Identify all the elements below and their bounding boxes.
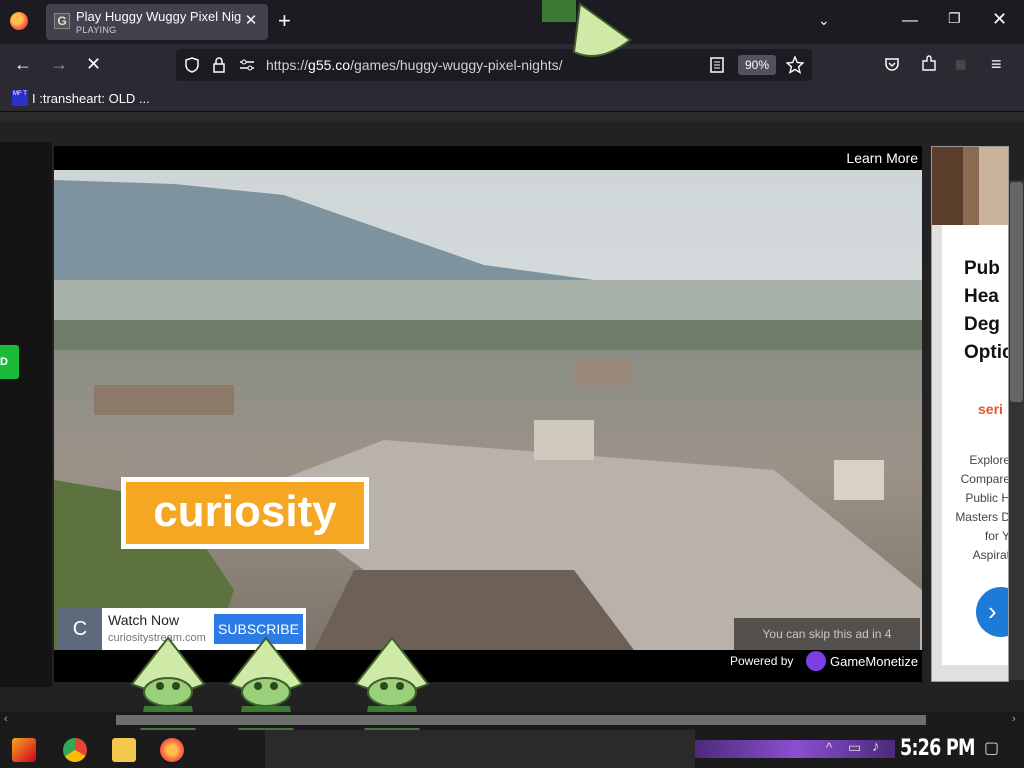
navigation-toolbar: ← → ✕ https://g55.co/games/huggy-wuggy-p… — [0, 44, 1024, 86]
banner-body: Explore Compare Public H Masters D for Y… — [955, 453, 1009, 562]
powered-by-label: Powered by — [730, 654, 794, 668]
vertical-scrollbar-thumb[interactable] — [1010, 182, 1023, 402]
extensions-puzzle-icon[interactable] — [920, 55, 938, 73]
banner-heading: Pub Hea Deg Optic — [964, 258, 1009, 363]
close-window-button[interactable]: ✕ — [992, 9, 1007, 30]
pocket-icon[interactable] — [884, 56, 900, 72]
skip-ad-countdown: You can skip this ad in 4 — [734, 618, 920, 650]
green-action-button[interactable]: D — [0, 345, 19, 379]
url-bar[interactable]: https://g55.co/games/huggy-wuggy-pixel-n… — [176, 49, 812, 81]
bookmark-favicon-icon: MF T — [12, 90, 28, 106]
stop-loading-button[interactable]: ✕ — [86, 54, 101, 74]
tab-huggy-wuggy[interactable]: G Play Huggy Wuggy Pixel Night PLAYING ✕ — [46, 4, 268, 40]
bookmark-star-icon[interactable] — [786, 56, 804, 74]
page-content: D Learn More curiosity C Watch Now curio… — [0, 112, 1024, 712]
ad-video-scene[interactable]: curiosity C Watch Now curiositystream.co… — [54, 170, 922, 650]
taskbar: ^ ▭ ♪ 5:26 PM ▢ — [0, 730, 1024, 768]
lock-icon[interactable] — [212, 56, 226, 74]
url-scheme: https:// — [266, 57, 309, 73]
learn-more-link[interactable]: Learn More — [846, 150, 918, 166]
firefox-taskbar-icon[interactable] — [160, 738, 184, 762]
tab-playing-status: PLAYING — [76, 25, 117, 35]
taskbar-decoration — [695, 740, 895, 758]
bookmarks-toolbar: MF T I :transheart: OLD ... — [0, 86, 1024, 112]
zoom-level-button[interactable]: 90% — [738, 55, 776, 75]
url-path: /games/huggy-wuggy-pixel-nights/ — [350, 57, 563, 73]
tracking-protection-shield-icon[interactable] — [184, 57, 200, 73]
banner-card: Pub Hea Deg Optic seri Explore Compare P… — [942, 225, 1009, 665]
ruins-aerial-photo — [54, 170, 922, 650]
banner-brand: seri — [978, 401, 1003, 417]
gamemonetize-logo-icon — [806, 651, 826, 671]
channel-watch-now[interactable]: Watch Now — [108, 612, 179, 628]
g55-favicon-icon: G — [54, 13, 70, 29]
tab-title: Play Huggy Wuggy Pixel Night — [76, 9, 241, 24]
scroll-right-arrow-icon[interactable]: › — [1012, 713, 1016, 725]
chrome-icon[interactable] — [63, 738, 87, 762]
minimize-window-button[interactable]: — — [902, 12, 918, 30]
reader-view-icon[interactable] — [710, 57, 724, 73]
notifications-icon[interactable]: ▢ — [984, 738, 999, 758]
maximize-window-button[interactable]: ❐ — [948, 10, 961, 27]
peridot-sticker-top — [542, 0, 632, 57]
volume-icon[interactable]: ♪ — [872, 738, 880, 755]
forward-button[interactable]: → — [50, 54, 68, 74]
left-sidebar-panel: D — [0, 142, 52, 687]
side-banner-ad[interactable]: Pub Hea Deg Optic seri Explore Compare P… — [931, 146, 1009, 682]
url-domain: g55.co — [308, 57, 351, 73]
back-button[interactable]: ← — [14, 54, 32, 74]
page-header-strip — [0, 112, 1024, 122]
hamburger-menu-icon[interactable]: ≡ — [991, 54, 1002, 74]
show-hidden-icons-chevron-up-icon[interactable]: ^ — [826, 740, 832, 755]
start-menu-icon[interactable] — [12, 738, 36, 762]
curiosity-logo[interactable]: curiosity — [121, 477, 369, 549]
banner-photo — [932, 147, 1008, 225]
channel-avatar: C — [58, 608, 102, 650]
url-text[interactable]: https://g55.co/games/huggy-wuggy-pixel-n… — [266, 57, 563, 73]
bookmark-item[interactable]: I :transheart: OLD ... — [32, 91, 150, 106]
taskbar-clock[interactable]: 5:26 PM — [900, 736, 976, 761]
new-tab-button[interactable]: + — [278, 10, 291, 32]
extension-icon[interactable]: ▦ — [955, 57, 966, 71]
firefox-icon[interactable] — [10, 12, 28, 30]
network-icon[interactable]: ▭ — [848, 739, 861, 756]
tab-strip: G Play Huggy Wuggy Pixel Night PLAYING ✕… — [0, 0, 1024, 44]
list-all-tabs-chevron-down-icon[interactable]: ⌄ — [818, 12, 830, 29]
banner-next-arrow-icon[interactable]: › — [976, 587, 1008, 637]
taskbar-preview-area — [265, 730, 695, 768]
scroll-left-arrow-icon[interactable]: ‹ — [4, 713, 8, 725]
video-ad-frame[interactable]: Learn More curiosity C Watch Now curiosi… — [54, 146, 922, 682]
horizontal-scrollbar-thumb[interactable] — [116, 715, 926, 725]
curiosity-logo-text: curiosity — [126, 482, 364, 544]
file-explorer-icon[interactable] — [112, 738, 136, 762]
site-permissions-icon[interactable] — [238, 57, 256, 73]
horizontal-scrollbar[interactable]: ‹ › — [0, 712, 1024, 728]
gamemonetize-label[interactable]: GameMonetize — [830, 654, 918, 669]
tab-close-icon[interactable]: ✕ — [242, 12, 260, 30]
